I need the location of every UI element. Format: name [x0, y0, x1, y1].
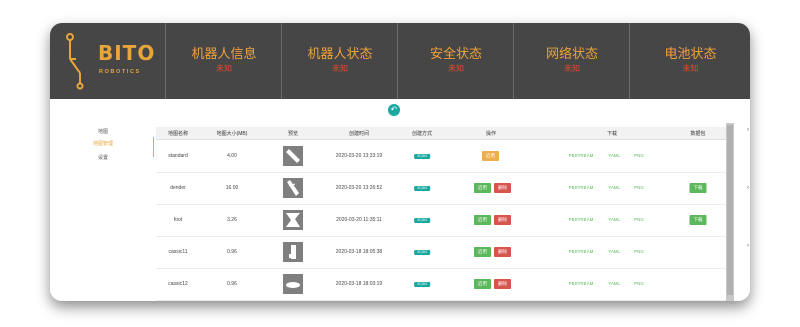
map-table: 地图名称 地图大小(MB) 预览 创建时间 创建方式 操作 下载 数据包 sta… [156, 123, 726, 301]
map-size: 0.96 [227, 249, 237, 255]
download-png-link[interactable]: PNG [634, 153, 644, 158]
map-preview-thumbnail[interactable] [283, 178, 303, 198]
table-header: 地图名称 地图大小(MB) 预览 创建时间 创建方式 操作 下载 数据包 [156, 127, 726, 140]
table-row: foot 3.26 2020-03-20 11:35:11 SCAN 启用 删除… [156, 204, 726, 237]
column-header: 下载 [606, 131, 618, 137]
map-name: foot [173, 217, 183, 223]
app-window: BITO ROBOTICS 机器人信息 未知 机器人状态 未知 安全状态 未知 … [50, 23, 750, 301]
download-yaml-link[interactable]: YAML [608, 185, 620, 190]
download-yaml-link[interactable]: YAML [608, 153, 620, 158]
panel-title: 电池状态 [664, 46, 717, 61]
enable-button[interactable]: 启用 [474, 183, 491, 193]
column-header: 创建时间 [348, 131, 370, 137]
brand-name: BITO [98, 41, 156, 65]
chevron-left-icon[interactable]: ‹ [747, 243, 751, 249]
panel-value: 未知 [448, 64, 464, 73]
download-png-link[interactable]: PNG [634, 281, 644, 286]
table-row: cassic11 0.96 2020-03-18 18:05:38 SCAN 启… [156, 236, 726, 269]
created-time: 2020-03-20 13:26:52 [335, 185, 383, 191]
network-status-panel[interactable]: 网络状态 未知 [513, 23, 630, 99]
sidebar-item-map-management[interactable]: 地图管理 [50, 140, 156, 147]
map-size: 4.00 [227, 153, 237, 159]
brand-subtitle: ROBOTICS [99, 69, 141, 75]
map-size: 3.26 [227, 217, 237, 223]
creation-method-badge: SCAN [414, 218, 430, 223]
download-png-link[interactable]: PNG [634, 185, 644, 190]
robot-status-panel[interactable]: 机器人状态 未知 [281, 23, 398, 99]
back-icon[interactable]: ↶ [388, 104, 400, 116]
map-name: standard [168, 153, 188, 159]
download-png-link[interactable]: PNG [634, 249, 644, 254]
map-size: 0.96 [227, 281, 237, 287]
scrollbar-thumb[interactable] [727, 125, 733, 295]
column-header: 地图名称 [167, 131, 189, 137]
map-name: cassic12 [168, 281, 188, 287]
download-yaml-link[interactable]: YAML [608, 217, 620, 222]
column-header: 创建方式 [411, 131, 433, 137]
enable-button[interactable]: 启用 [474, 279, 491, 289]
safety-status-panel[interactable]: 安全状态 未知 [397, 23, 514, 99]
created-time: 2020-03-20 13:33:19 [335, 153, 383, 159]
panel-value: 未知 [216, 64, 232, 73]
active-indicator [153, 137, 154, 157]
vertical-scrollbar[interactable] [726, 123, 734, 301]
download-pbstream-link[interactable]: PBSTREAM [569, 249, 594, 254]
panel-title: 机器人状态 [307, 46, 373, 61]
download-png-link[interactable]: PNG [634, 217, 644, 222]
map-preview-thumbnail[interactable] [283, 210, 303, 230]
download-pbstream-link[interactable]: PBSTREAM [569, 281, 594, 286]
delete-button[interactable]: 删除 [494, 247, 511, 257]
creation-method-badge: SCAN [414, 282, 430, 287]
chevron-left-icon[interactable]: ‹ [747, 185, 751, 191]
map-size: 16.00 [225, 185, 239, 191]
column-header: 操作 [485, 131, 497, 137]
delete-button[interactable]: 删除 [494, 215, 511, 225]
enable-button[interactable]: 启用 [482, 151, 499, 161]
toolbar: ↶ [50, 99, 750, 123]
creation-method-badge: SCAN [414, 186, 430, 191]
column-header: 地图大小(MB) [216, 131, 248, 137]
package-download-button[interactable]: 下载 [689, 215, 707, 225]
download-yaml-link[interactable]: YAML [608, 281, 620, 286]
download-yaml-link[interactable]: YAML [608, 249, 620, 254]
creation-method-badge: SCAN [414, 154, 430, 159]
chevron-left-icon[interactable]: ‹ [747, 127, 751, 133]
created-time: 2020-03-18 18:03:19 [335, 281, 383, 287]
battery-status-panel[interactable]: 电池状态 未知 [629, 23, 750, 99]
panel-title: 安全状态 [429, 46, 482, 61]
created-time: 2020-03-20 11:35:11 [336, 217, 382, 223]
enable-button[interactable]: 启用 [474, 247, 491, 257]
map-preview-thumbnail[interactable] [283, 146, 303, 166]
delete-button[interactable]: 删除 [494, 279, 511, 289]
map-name: dender [170, 185, 186, 191]
table-row: dender 16.00 2020-03-20 13:26:52 SCAN 启用… [156, 172, 726, 205]
table-row: standard 4.00 2020-03-20 13:33:19 SCAN 启… [156, 140, 726, 173]
created-time: 2020-03-18 18:05:38 [335, 249, 383, 255]
enable-button[interactable]: 启用 [474, 215, 491, 225]
sidebar-item-map[interactable]: 地图 [50, 128, 156, 135]
map-preview-thumbnail[interactable] [283, 274, 303, 294]
creation-method-badge: SCAN [414, 250, 430, 255]
panel-title: 机器人信息 [191, 46, 257, 61]
status-header: BITO ROBOTICS 机器人信息 未知 机器人状态 未知 安全状态 未知 … [50, 23, 750, 99]
sidebar: 地图 地图管理 设置 [50, 123, 156, 301]
map-name: cassic11 [168, 249, 188, 255]
column-header: 数据包 [690, 131, 706, 137]
map-preview-thumbnail[interactable] [283, 242, 303, 262]
download-pbstream-link[interactable]: PBSTREAM [569, 185, 594, 190]
panel-value: 未知 [332, 64, 348, 73]
package-download-button[interactable]: 下载 [689, 183, 707, 193]
robot-info-panel[interactable]: 机器人信息 未知 [165, 23, 282, 99]
logo: BITO ROBOTICS [50, 23, 165, 99]
table-row: cassic12 0.96 2020-03-18 18:03:19 SCAN 启… [156, 268, 726, 301]
panel-title: 网络状态 [545, 46, 598, 61]
delete-button[interactable]: 删除 [494, 183, 511, 193]
download-pbstream-link[interactable]: PBSTREAM [569, 153, 594, 158]
panel-value: 未知 [682, 64, 699, 73]
right-margin [734, 123, 750, 301]
download-pbstream-link[interactable]: PBSTREAM [569, 217, 594, 222]
sidebar-item-settings[interactable]: 设置 [50, 154, 156, 161]
column-header: 预览 [287, 131, 299, 137]
panel-value: 未知 [564, 64, 580, 73]
